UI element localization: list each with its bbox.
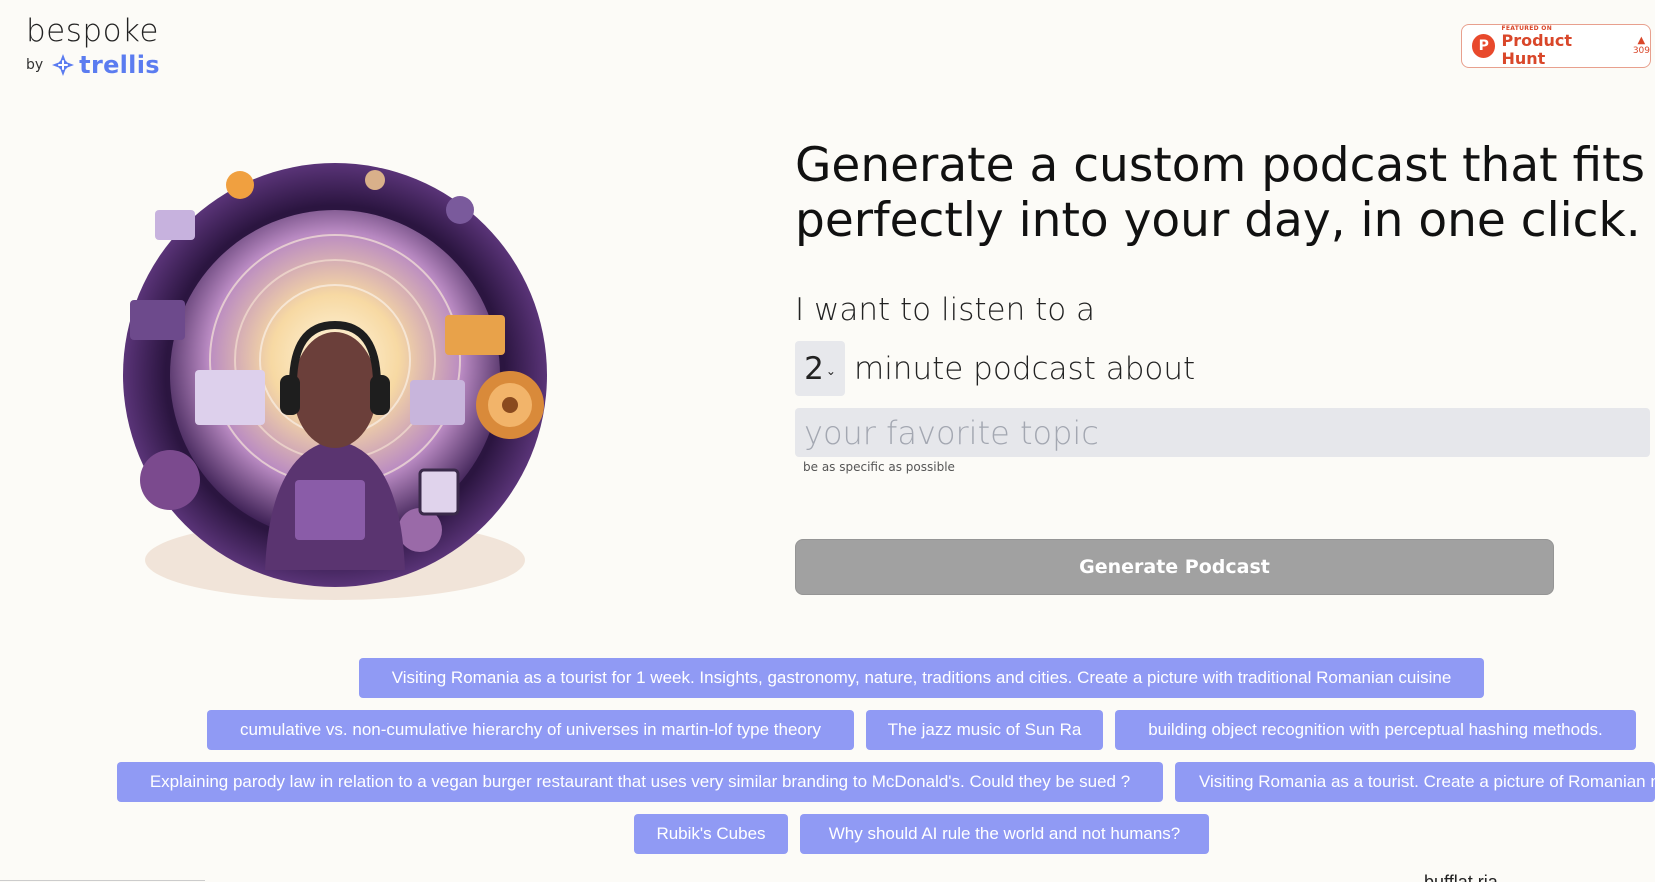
page-title: Generate a custom podcast that fits perf… xyxy=(795,138,1655,249)
duration-row: 2 ⌄ minute podcast about xyxy=(795,341,1195,396)
upvote-icon: ▲ xyxy=(1637,34,1646,46)
suggestion-chip[interactable]: building object recognition with percept… xyxy=(1115,710,1636,750)
logo-byline: by trellis xyxy=(26,53,160,77)
duration-value: 2 xyxy=(804,350,824,387)
footer-text-fragment: bufflat ria xyxy=(1424,872,1498,882)
logo-by-text: by xyxy=(26,57,44,73)
trellis-logo-icon xyxy=(52,54,75,76)
product-hunt-vote-count: 309 xyxy=(1632,45,1650,56)
duration-select[interactable]: 2 ⌄ xyxy=(795,341,845,396)
suggestion-chip[interactable]: cumulative vs. non-cumulative hierarchy … xyxy=(207,710,854,750)
logo[interactable]: bespoke by trellis xyxy=(26,13,160,78)
topic-input[interactable] xyxy=(795,408,1650,457)
headline-line-2: perfectly into your day, in one click. xyxy=(795,193,1641,249)
logo-brand-name: trellis xyxy=(79,51,160,79)
bottom-divider xyxy=(0,880,205,881)
chevron-down-icon: ⌄ xyxy=(825,363,836,378)
duration-suffix-text: minute podcast about xyxy=(854,350,1196,387)
product-hunt-name: Product Hunt xyxy=(1501,30,1573,68)
suggestion-chip[interactable]: Why should AI rule the world and not hum… xyxy=(800,814,1209,854)
logo-wordmark: bespoke xyxy=(26,13,159,49)
product-hunt-icon: P xyxy=(1472,34,1496,58)
suggestion-chip[interactable]: Visiting Romania as a tourist for 1 week… xyxy=(359,658,1484,698)
suggestion-chip[interactable]: Rubik's Cubes xyxy=(634,814,788,854)
topic-hint: be as specific as possible xyxy=(803,460,955,474)
suggestion-chip[interactable]: The jazz music of Sun Ra xyxy=(866,710,1103,750)
listen-intro-text: I want to listen to a xyxy=(795,292,1096,328)
product-hunt-badge[interactable]: P FEATURED ON Product Hunt ▲ 309 xyxy=(1461,24,1651,68)
page: bespoke by trellis P FEATURED ON Product… xyxy=(0,0,1655,882)
product-hunt-votes: ▲ 309 xyxy=(1632,34,1650,57)
suggestion-chip[interactable]: Visiting Romania as a tourist. Create a … xyxy=(1175,762,1655,802)
generate-podcast-button[interactable]: Generate Podcast xyxy=(795,539,1554,595)
headline-line-1: Generate a custom podcast that fits xyxy=(795,138,1646,193)
podcast-listener-illustration xyxy=(123,163,547,600)
suggestion-chip[interactable]: Explaining parody law in relation to a v… xyxy=(117,762,1163,802)
